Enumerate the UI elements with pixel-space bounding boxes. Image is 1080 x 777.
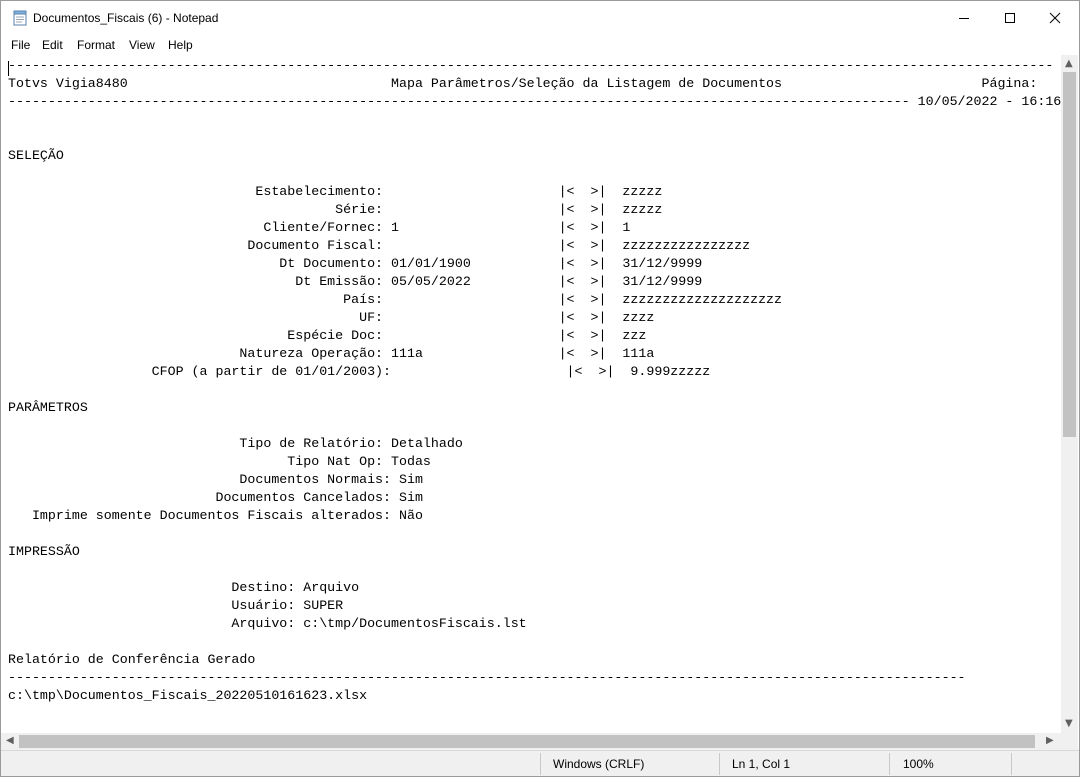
text-line: Natureza Operação: 111a |< >| 111a: [8, 346, 655, 361]
status-bar: Windows (CRLF) Ln 1, Col 1 100%: [1, 750, 1079, 776]
text-line: IMPRESSÃO: [8, 544, 80, 559]
minimize-icon: [959, 18, 969, 19]
menu-edit[interactable]: Edit: [42, 38, 63, 52]
horizontal-scroll-thumb[interactable]: [19, 735, 1035, 748]
text-line: UF: |< >| zzzz: [8, 310, 655, 325]
text-line: Documentos Cancelados: Sim: [8, 490, 423, 505]
text-line: Tipo de Relatório: Detalhado: [8, 436, 463, 451]
close-icon: [1049, 12, 1061, 24]
status-divider: [1011, 753, 1012, 775]
text-line: Documentos Normais: Sim: [8, 472, 423, 487]
menu-format[interactable]: Format: [77, 38, 115, 52]
menu-view[interactable]: View: [129, 38, 155, 52]
text-line: Série: |< >| zzzzz: [8, 202, 663, 217]
status-divider: [540, 753, 541, 775]
text-line: c:\tmp\Documentos_Fiscais_20220510161623…: [8, 688, 368, 703]
status-cursor-position: Ln 1, Col 1: [732, 757, 791, 771]
text-line: Imprime somente Documentos Fiscais alter…: [8, 508, 423, 523]
text-line: Arquivo: c:\tmp/DocumentosFiscais.lst: [8, 616, 527, 631]
status-zoom: 100%: [903, 757, 934, 771]
menu-help[interactable]: Help: [168, 38, 193, 52]
text-editor[interactable]: ----------------------------------------…: [1, 55, 1061, 733]
text-line: Documento Fiscal: |< >| zzzzzzzzzzzzzzzz: [8, 238, 751, 253]
text-line: Cliente/Fornec: 1 |< >| 1: [8, 220, 631, 235]
text-line: Totvs Vigia8480 Mapa Parâmetros/Seleção …: [8, 76, 1038, 91]
menu-file[interactable]: File: [11, 38, 30, 52]
text-line: ----------------------------------------…: [8, 94, 1061, 109]
text-line: País: |< >| zzzzzzzzzzzzzzzzzzzz: [8, 292, 783, 307]
text-line: Estabelecimento: |< >| zzzzz: [8, 184, 663, 199]
text-line: ----------------------------------------…: [8, 58, 1054, 73]
notepad-window: Documentos_Fiscais (6) - Notepad File Ed…: [0, 0, 1080, 777]
text-line: Dt Emissão: 05/05/2022 |< >| 31/12/9999: [8, 274, 703, 289]
text-line: CFOP (a partir de 01/01/2003): |< >| 9.9…: [8, 364, 711, 379]
text-line: Tipo Nat Op: Todas: [8, 454, 431, 469]
status-line-endings: Windows (CRLF): [553, 757, 645, 771]
window-title: Documentos_Fiscais (6) - Notepad: [33, 11, 219, 25]
scroll-right-arrow-icon[interactable]: ▶: [1046, 735, 1054, 746]
maximize-button[interactable]: [987, 1, 1033, 35]
text-line: Relatório de Conferência Gerado: [8, 652, 256, 667]
scroll-down-arrow-icon[interactable]: ▼: [1065, 718, 1073, 729]
notepad-icon: [13, 10, 27, 26]
minimize-button[interactable]: [941, 1, 987, 35]
status-divider: [889, 753, 890, 775]
scrollbar-corner: [1061, 733, 1078, 750]
text-line: Espécie Doc: |< >| zzz: [8, 328, 647, 343]
maximize-icon: [1005, 13, 1015, 23]
status-divider: [719, 753, 720, 775]
title-bar[interactable]: Documentos_Fiscais (6) - Notepad: [1, 1, 1079, 35]
vertical-scroll-thumb[interactable]: [1063, 72, 1076, 437]
text-line: Usuário: SUPER: [8, 598, 344, 613]
scroll-up-arrow-icon[interactable]: ▲: [1065, 58, 1073, 69]
menu-bar: File Edit Format View Help: [1, 35, 1079, 55]
close-button[interactable]: [1032, 1, 1078, 35]
text-line: SELEÇÃO: [8, 148, 64, 163]
vertical-scrollbar[interactable]: ▲ ▼: [1061, 55, 1078, 733]
text-line: ----------------------------------------…: [8, 670, 966, 685]
scroll-left-arrow-icon[interactable]: ◀: [6, 735, 14, 746]
text-line: Dt Documento: 01/01/1900 |< >| 31/12/999…: [8, 256, 703, 271]
text-line: Destino: Arquivo: [8, 580, 360, 595]
text-line: PARÂMETROS: [8, 400, 88, 415]
horizontal-scrollbar[interactable]: ◀ ▶: [1, 733, 1061, 750]
